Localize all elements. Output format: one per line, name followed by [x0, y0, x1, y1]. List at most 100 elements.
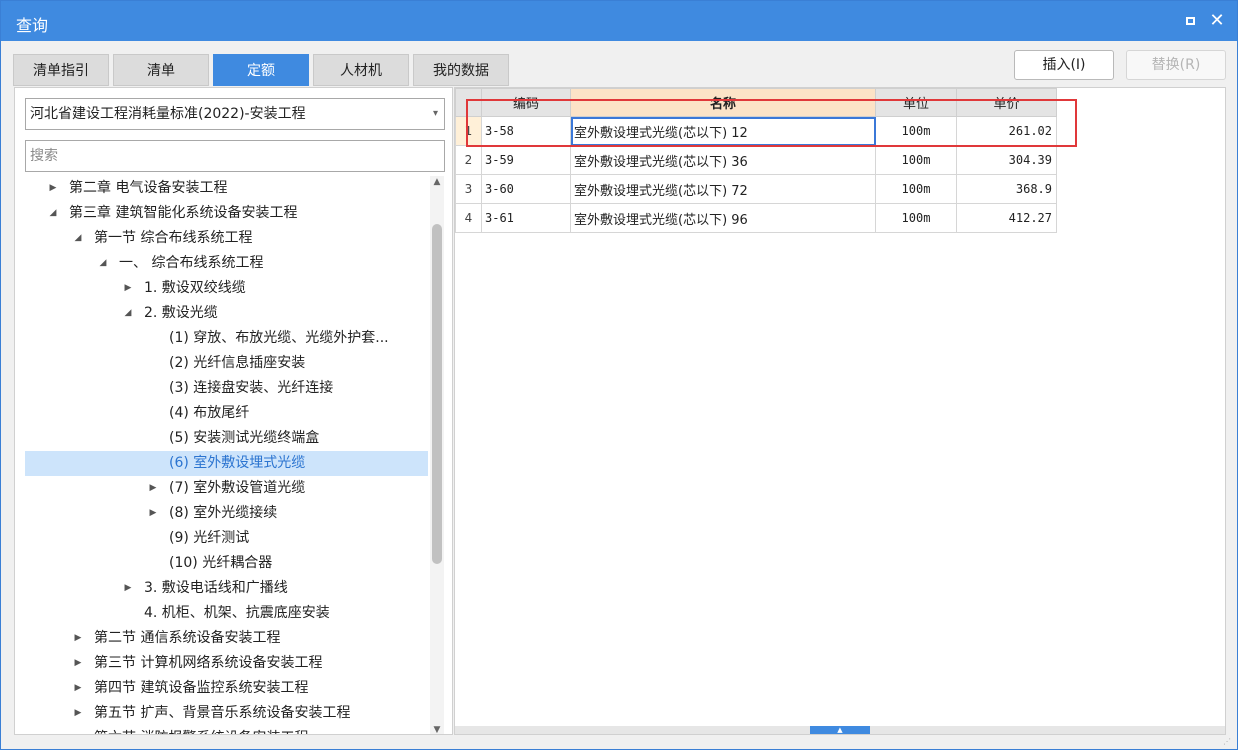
library-select[interactable]: 河北省建设工程消耗量标准(2022)-安装工程 ▾ [25, 98, 445, 130]
column-header-name[interactable]: 名称 [570, 88, 876, 117]
column-header-index [455, 88, 482, 117]
tree-node-label: 第一节 综合布线系统工程 [94, 230, 253, 246]
scroll-down-icon[interactable]: ▼ [430, 724, 444, 734]
tree-node[interactable]: ◢ 2. 敷设光缆 [25, 301, 428, 326]
tree-node[interactable]: ▶ 第四节 建筑设备监控系统安装工程 [25, 676, 428, 701]
table-row[interactable]: 3 3-60 室外敷设埋式光缆(芯以下) 72 100m 368.9 [455, 174, 1057, 204]
tree-node[interactable]: ▶ 第六节 消防报警系统设备安装工程 [25, 726, 428, 734]
collapse-arrow-icon[interactable]: ◢ [47, 201, 59, 226]
insert-button[interactable]: 插入(I) [1014, 50, 1114, 80]
tree-node[interactable]: (4) 布放尾纤 [25, 401, 428, 426]
collapse-arrow-icon[interactable]: ◢ [97, 251, 109, 276]
tree-node-label: (4) 布放尾纤 [169, 405, 250, 421]
column-header-code[interactable]: 编码 [481, 88, 571, 117]
cell-code[interactable]: 3-59 [481, 145, 571, 175]
expand-arrow-icon[interactable]: ▶ [72, 701, 84, 726]
tree-node[interactable]: (2) 光纤信息插座安装 [25, 351, 428, 376]
tree-scrollbar[interactable]: ▲ ▼ [430, 176, 444, 734]
tree-node-label: (10) 光纤耦合器 [169, 555, 273, 571]
cell-name[interactable]: 室外敷设埋式光缆(芯以下) 72 [570, 174, 876, 204]
tree-node-label: (7) 室外敷设管道光缆 [169, 480, 306, 496]
expand-arrow-icon[interactable]: ▶ [122, 276, 134, 301]
tree-node[interactable]: ▶ 第三节 计算机网络系统设备安装工程 [25, 651, 428, 676]
resize-grip-icon[interactable]: ⋰ [1223, 737, 1233, 747]
expand-arrow-icon[interactable]: ▶ [47, 176, 59, 201]
table-row[interactable]: 2 3-59 室外敷设埋式光缆(芯以下) 36 100m 304.39 [455, 145, 1057, 175]
horizontal-scrollbar[interactable]: ▲ [455, 726, 1225, 734]
tree-node[interactable]: ▶ (7) 室外敷设管道光缆 [25, 476, 428, 501]
cell-code[interactable]: 3-60 [481, 174, 571, 204]
tab-list-guide[interactable]: 清单指引 [13, 54, 109, 86]
expand-arrow-icon[interactable]: ▶ [72, 726, 84, 734]
tree-node[interactable]: (1) 穿放、布放光缆、光缆外护套... [25, 326, 428, 351]
tab-labor-material-machine[interactable]: 人材机 [313, 54, 409, 86]
tree-node[interactable]: ◢ 一、 综合布线系统工程 [25, 251, 428, 276]
table-row[interactable]: 4 3-61 室外敷设埋式光缆(芯以下) 96 100m 412.27 [455, 203, 1057, 233]
tree-node-label: (9) 光纤测试 [169, 530, 250, 546]
cell-unit[interactable]: 100m [875, 116, 957, 146]
expand-arrow-icon[interactable]: ▶ [72, 626, 84, 651]
cell-price[interactable]: 368.9 [956, 174, 1057, 204]
tree-node-label: (8) 室外光缆接续 [169, 505, 278, 521]
cell-price[interactable]: 304.39 [956, 145, 1057, 175]
scroll-up-icon[interactable]: ▲ [430, 176, 444, 188]
cell-price[interactable]: 261.02 [956, 116, 1057, 146]
chapter-tree: ▶ 第二章 电气设备安装工程 ◢ 第三章 建筑智能化系统设备安装工程 ◢ 第一节 综合布线… [25, 176, 428, 734]
expand-arrow-icon[interactable]: ▶ [147, 501, 159, 526]
tab-my-data[interactable]: 我的数据 [413, 54, 509, 86]
tree-node[interactable]: ▶ (8) 室外光缆接续 [25, 501, 428, 526]
column-header-price[interactable]: 单价 [956, 88, 1057, 117]
expand-arrow-icon[interactable]: ▶ [72, 676, 84, 701]
close-button[interactable]: ✕ [1207, 11, 1227, 31]
cell-name[interactable]: 室外敷设埋式光缆(芯以下) 36 [570, 145, 876, 175]
tree-node[interactable]: ◢ 第三章 建筑智能化系统设备安装工程 [25, 201, 428, 226]
expand-arrow-icon[interactable]: ▶ [72, 651, 84, 676]
cell-code[interactable]: 3-58 [481, 116, 571, 146]
tree-node-label: 第三节 计算机网络系统设备安装工程 [94, 655, 323, 671]
dialog-title: 查询 [16, 16, 49, 35]
cell-name[interactable]: 室外敷设埋式光缆(芯以下) 12 [570, 116, 876, 146]
tree-node[interactable]: 4. 机柜、机架、抗震底座安装 [25, 601, 428, 626]
table-row[interactable]: 1 3-58 室外敷设埋式光缆(芯以下) 12 100m 261.02 [455, 116, 1057, 146]
collapse-arrow-icon[interactable]: ◢ [122, 301, 134, 326]
tree-node[interactable]: ▶ 第二节 通信系统设备安装工程 [25, 626, 428, 651]
tree-node-label: 一、 综合布线系统工程 [119, 255, 264, 271]
tree-node[interactable]: (10) 光纤耦合器 [25, 551, 428, 576]
tree-node-label: 第三章 建筑智能化系统设备安装工程 [69, 205, 298, 221]
collapse-arrow-icon[interactable]: ◢ [72, 226, 84, 251]
tree-node[interactable]: (9) 光纤测试 [25, 526, 428, 551]
tree-node[interactable]: ▶ 1. 敷设双绞线缆 [25, 276, 428, 301]
column-header-unit[interactable]: 单位 [875, 88, 957, 117]
maximize-button[interactable] [1180, 11, 1200, 31]
tree-node-label: 4. 机柜、机架、抗震底座安装 [144, 605, 330, 621]
scrollbar-thumb[interactable] [432, 224, 442, 564]
tree-node[interactable]: ▶ 3. 敷设电话线和广播线 [25, 576, 428, 601]
cell-name[interactable]: 室外敷设埋式光缆(芯以下) 96 [570, 203, 876, 233]
tree-node[interactable]: ▶ 第五节 扩声、背景音乐系统设备安装工程 [25, 701, 428, 726]
expand-arrow-icon[interactable]: ▶ [122, 576, 134, 601]
cell-unit[interactable]: 100m [875, 174, 957, 204]
tree-node-label: (2) 光纤信息插座安装 [169, 355, 306, 371]
cell-unit[interactable]: 100m [875, 203, 957, 233]
tab-quota[interactable]: 定额 [213, 54, 309, 86]
table-header-row: 编码 名称 单位 单价 [455, 88, 1057, 117]
cell-unit[interactable]: 100m [875, 145, 957, 175]
cell-code[interactable]: 3-61 [481, 203, 571, 233]
close-icon: ✕ [1209, 10, 1225, 31]
tree-node[interactable]: (6) 室外敷设埋式光缆 [25, 451, 428, 476]
expand-arrow-icon[interactable]: ▶ [147, 476, 159, 501]
search-input[interactable] [25, 140, 445, 172]
tree-node-label: (3) 连接盘安装、光纤连接 [169, 380, 334, 396]
tree-node[interactable]: (5) 安装测试光缆终端盒 [25, 426, 428, 451]
title-bar[interactable]: 查询 ✕ [1, 1, 1237, 41]
tree-node[interactable]: (3) 连接盘安装、光纤连接 [25, 376, 428, 401]
tree-node-label: 第二节 通信系统设备安装工程 [94, 630, 281, 646]
tree-node-label: (6) 室外敷设埋式光缆 [169, 455, 306, 471]
tree-node[interactable]: ▶ 第二章 电气设备安装工程 [25, 176, 428, 201]
cell-price[interactable]: 412.27 [956, 203, 1057, 233]
expand-grip-icon[interactable]: ▲ [810, 726, 870, 734]
tree-node[interactable]: ◢ 第一节 综合布线系统工程 [25, 226, 428, 251]
row-index: 1 [455, 116, 482, 146]
tab-list[interactable]: 清单 [113, 54, 209, 86]
replace-button[interactable]: 替换(R) [1126, 50, 1226, 80]
